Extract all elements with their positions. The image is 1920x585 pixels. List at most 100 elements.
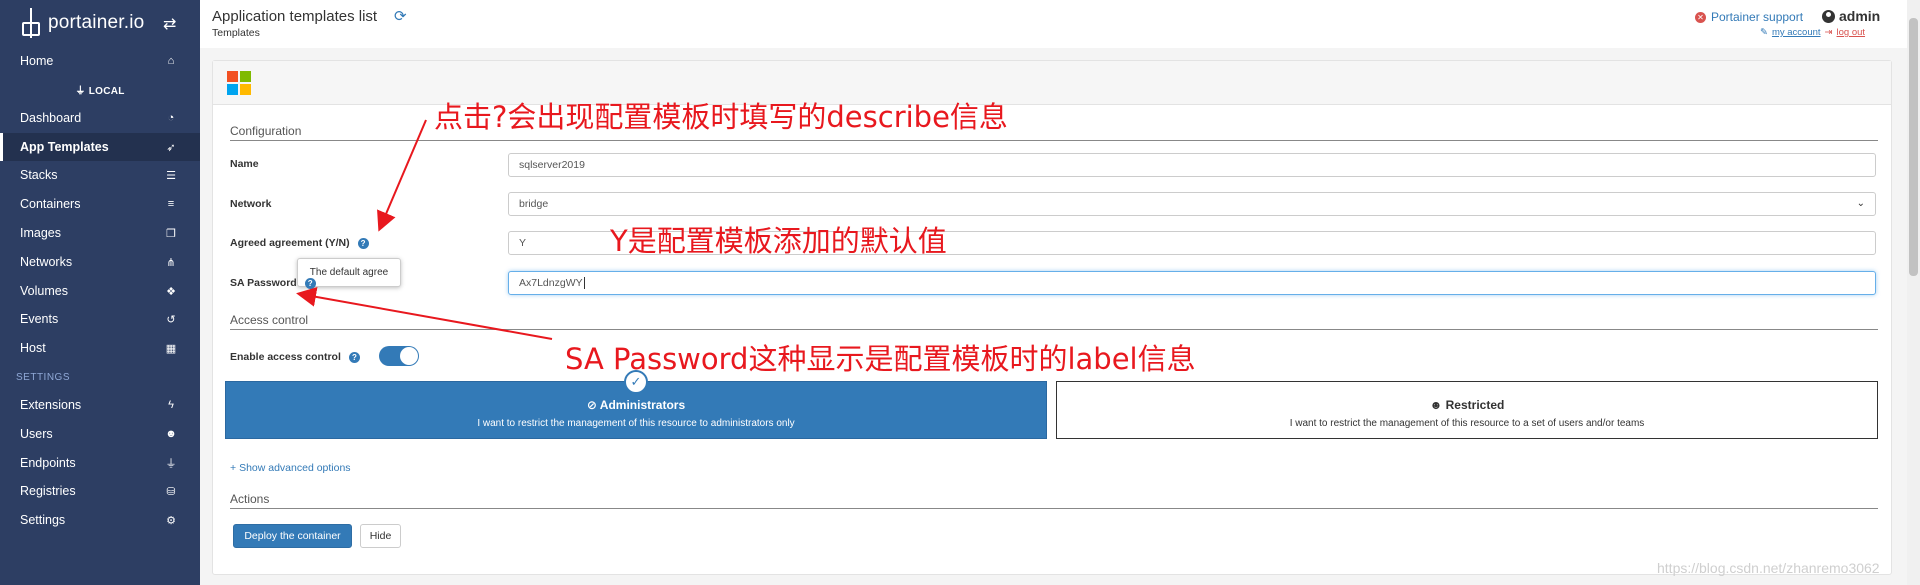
sidebar-item-users[interactable]: Users ☻ [0, 420, 200, 448]
sidebar-item-home[interactable]: Home ⌂ [0, 47, 200, 75]
sidebar-item-registries[interactable]: Registries ⛁ [0, 477, 200, 505]
my-account-link[interactable]: my account [1772, 27, 1821, 38]
question-circle-icon[interactable]: ? [348, 351, 360, 363]
sidebar-item-label: App Templates [20, 140, 109, 154]
sidebar-item-images[interactable]: Images ❐ [0, 219, 200, 247]
page-scrollbar[interactable] [1907, 0, 1920, 585]
toggle-knob [400, 347, 418, 365]
sidebar-item-label: Host [20, 341, 46, 355]
sidebar-item-settings[interactable]: Settings ⚙ [0, 506, 200, 534]
sidebar-item-host[interactable]: Host ▦ [0, 334, 200, 362]
sidebar-item-events[interactable]: Events ↺ [0, 305, 200, 333]
sidebar-item-extensions[interactable]: Extensions ϟ [0, 391, 200, 419]
administrators-desc: I want to restrict the management of thi… [477, 418, 795, 429]
plus-icon: + [230, 462, 237, 474]
user-menu: admin [1822, 8, 1880, 24]
clone-icon: ❐ [166, 227, 176, 240]
sitemap-icon: ⋔ [166, 256, 176, 269]
page-header: Application templates list ⟳ Templates ✕… [200, 0, 1920, 48]
restricted-desc: I want to restrict the management of thi… [1289, 418, 1645, 429]
refresh-icon[interactable]: ⟳ [394, 7, 407, 25]
access-control-toggle[interactable] [379, 346, 419, 366]
restricted-option[interactable]: ☻ Restricted I want to restrict the mana… [1056, 381, 1878, 439]
question-circle-icon[interactable]: ? [357, 237, 369, 249]
sidebar-item-networks[interactable]: Networks ⋔ [0, 248, 200, 276]
rocket-icon: ➶ [166, 141, 176, 154]
sidebar-item-endpoints[interactable]: Endpoints ⏚ [0, 449, 200, 477]
sidebar-item-label: Users [20, 427, 53, 441]
text-cursor [583, 277, 585, 289]
network-label-text: Network [230, 198, 272, 210]
cogs-icon: ⚙ [166, 514, 176, 527]
portainer-logo-icon [20, 8, 42, 38]
show-advanced-options-text: Show advanced options [239, 462, 351, 474]
home-icon: ⌂ [167, 55, 175, 67]
annotation-middle: Y是配置模板添加的默认值 [610, 224, 947, 258]
agree-label: Agreed agreement (Y/N) ? [230, 237, 369, 249]
sidebar: portainer.io ⇄ Home ⌂ ⏚ LOCAL Dashboard … [0, 0, 200, 585]
network-select[interactable]: bridge ⌄ [508, 192, 1876, 216]
sidebar-item-dashboard[interactable]: Dashboard ◔ [0, 104, 200, 132]
chevron-down-icon: ⌄ [1856, 198, 1865, 209]
administrators-title-text: Administrators [599, 398, 686, 412]
network-select-value: bridge [519, 198, 549, 210]
sa-password-input[interactable]: Ax7LdnzgWY [508, 271, 1876, 295]
sidebar-section-settings: SETTINGS [16, 372, 71, 383]
sidebar-item-label: Registries [20, 484, 76, 498]
name-input[interactable]: sqlserver2019 [508, 153, 1876, 177]
sign-out-icon: ⇥ [1824, 27, 1833, 38]
restricted-title-text: Restricted [1445, 398, 1505, 412]
hide-button[interactable]: Hide [360, 524, 401, 548]
brand-name: portainer.io [48, 12, 145, 33]
template-panel: Configuration Name sqlserver2019 Network… [212, 60, 1892, 575]
deploy-container-button[interactable]: Deploy the container [233, 524, 352, 548]
database-icon: ⛁ [166, 485, 176, 498]
sa-password-label-text: SA Password [230, 277, 297, 289]
sidebar-item-app-templates[interactable]: App Templates ➶ [0, 133, 200, 161]
agree-label-text: Agreed agreement (Y/N) [230, 237, 350, 249]
sidebar-item-label: Events [20, 312, 59, 326]
administrators-title: ⊘ Administrators [226, 398, 1046, 412]
sidebar-item-stacks[interactable]: Stacks ☰ [0, 161, 200, 189]
network-label: Network [230, 198, 271, 210]
life-ring-icon: ✕ [1695, 11, 1706, 23]
sidebar-toggle-icon[interactable]: ⇄ [163, 14, 176, 34]
endpoint-local-label: ⏚ LOCAL [75, 86, 125, 97]
account-links: ✎ my account ⇥ log out [1760, 27, 1865, 38]
sidebar-item-label: Containers [20, 197, 81, 211]
sidebar-item-label: Extensions [20, 398, 82, 412]
restricted-title: ☻ Restricted [1057, 398, 1877, 412]
server-icon: ≡ [167, 198, 175, 210]
actions-section-title: Actions [230, 492, 1878, 509]
eye-slash-icon: ⊘ [586, 398, 597, 412]
show-advanced-options-link[interactable]: + Show advanced options [230, 462, 351, 474]
name-label: Name [230, 158, 259, 170]
sidebar-item-label: Images [20, 226, 61, 240]
scrollbar-thumb[interactable] [1909, 18, 1918, 276]
question-circle-icon[interactable]: ? [304, 277, 316, 289]
users-icon: ☻ [165, 428, 177, 440]
support-label: Portainer support [1711, 10, 1804, 24]
sidebar-item-label: Settings [20, 513, 66, 527]
wrench-icon: ✎ [1760, 27, 1768, 38]
sidebar-item-label: Stacks [20, 168, 58, 182]
sidebar-item-label: Networks [20, 255, 73, 269]
enable-access-label: Enable access control ? [230, 351, 360, 363]
watermark: https://blog.csdn.net/zhanremo3062 [1657, 560, 1880, 576]
sidebar-item-label: Endpoints [20, 456, 76, 470]
username: admin [1839, 8, 1881, 24]
page-title: Application templates list [212, 8, 378, 25]
sidebar-item-label: Home [20, 54, 54, 68]
annotation-bottom: SA Password这种显示是配置模板时的label信息 [565, 342, 1196, 376]
user-circle-icon [1822, 9, 1835, 23]
sidebar-item-label: Dashboard [20, 111, 82, 125]
users-icon: ☻ [1429, 398, 1443, 412]
sa-password-label: SA Password ? [230, 277, 316, 289]
logout-link[interactable]: log out [1837, 27, 1866, 38]
th-list-icon: ☰ [166, 169, 176, 182]
support-link[interactable]: ✕ Portainer support [1695, 10, 1803, 24]
sidebar-item-containers[interactable]: Containers ≡ [0, 190, 200, 218]
plug-icon: ⏚ [165, 458, 177, 470]
history-icon: ↺ [166, 313, 176, 326]
sidebar-item-volumes[interactable]: Volumes ❖ [0, 277, 200, 305]
